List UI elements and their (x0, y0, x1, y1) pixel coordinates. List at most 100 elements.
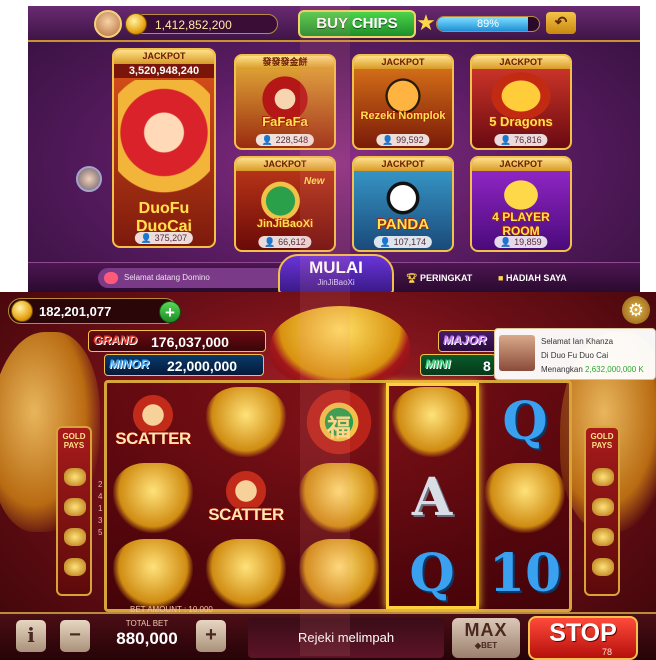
gold-ship-symbol (206, 387, 286, 457)
payline-number: 3 (98, 516, 103, 525)
gold-pay-symbol (592, 498, 614, 516)
scatter-symbol: SCATTER (113, 387, 193, 457)
tile-name: 5 Dragons (489, 114, 553, 129)
coin-icon (125, 13, 147, 35)
total-bet-label: TOTAL BET (125, 619, 169, 628)
add-coins-button[interactable]: + (159, 301, 181, 323)
player-avatar[interactable] (94, 10, 122, 38)
gold-ship-symbol (113, 463, 193, 533)
tile-name: FaFaFa (262, 114, 308, 129)
game-tile-jinjibaoxi[interactable]: JACKPOT New JinJiBaoXi 👤 66,612 (234, 156, 336, 252)
payline-number: 5 (98, 528, 103, 537)
tile-player-count: 👤 107,174 (373, 236, 433, 248)
scatter-symbol: SCATTER (206, 463, 286, 533)
game-tile-5-dragons[interactable]: JACKPOT 5 Dragons 👤 76,816 (470, 54, 572, 150)
gold-pay-symbol (64, 498, 86, 516)
max-bet-button[interactable]: MAX ◆BET (452, 618, 520, 658)
jackpot-minor-label: MINOR (109, 357, 149, 371)
stop-spin-button[interactable]: STOP 78 (528, 616, 638, 660)
hadiah-saya-tab[interactable]: ■ HADIAH SAYA (498, 269, 567, 287)
info-button[interactable]: i (16, 620, 46, 652)
reel-column: Q 10 (479, 383, 572, 609)
winner-avatar (499, 335, 535, 371)
reel-column: AQ (386, 383, 479, 609)
peringkat-tab[interactable]: 🏆︎ PERINGKAT (406, 269, 472, 287)
tile-jackpot-label: JACKPOT (354, 158, 452, 171)
max-bet-label: MAX (464, 620, 508, 640)
gear-icon[interactable]: ⚙ (622, 296, 650, 324)
jackpot-mini-value: 8 (483, 358, 491, 374)
coin-icon (11, 300, 33, 322)
mulai-game-name: JinJiBaoXi (317, 278, 355, 287)
card-symbol: 10 (488, 543, 562, 604)
total-bet-value: 880,000 (116, 629, 178, 648)
increase-bet-button[interactable]: + (196, 620, 226, 652)
gold-turtle-symbol (392, 387, 472, 457)
gold-turtle-symbol (206, 539, 286, 609)
gold-pay-symbol (64, 468, 86, 486)
level-star-icon: ★ (416, 10, 436, 35)
decrease-bet-button[interactable]: − (60, 620, 90, 652)
chat-bubble-icon (104, 272, 118, 284)
gold-pay-symbol (592, 468, 614, 486)
tile-header-label: 發發發金餅 (236, 56, 334, 69)
jackpot-mini-label: MINI (425, 357, 451, 371)
tile-name: PANDA (376, 216, 430, 233)
lobby-top-bar: 1,412,852,200 BUY CHIPS ★ 89% ↶ (28, 6, 640, 42)
slot-control-bar: i − TOTAL BET 880,000 + Rejeki melimpah … (0, 612, 656, 660)
gold-pays-right: GOLD PAYS (584, 426, 620, 596)
payline-number: 4 (98, 492, 103, 501)
reel-column: SCATTER (200, 383, 293, 609)
tile-player-count: 👤 76,816 (494, 134, 548, 146)
treasure-pot (270, 306, 410, 386)
jackpot-grand: GRAND 176,037,000 (88, 330, 266, 352)
max-bet-sublabel: ◆BET (474, 641, 498, 650)
chat-ticker[interactable]: Selamat datang Domino (98, 268, 288, 288)
tile-player-count: 👤 99,592 (376, 134, 430, 146)
gold-pay-symbol (592, 528, 614, 546)
mulai-play-button[interactable]: MULAI JinJiBaoXi (278, 254, 394, 292)
jackpot-grand-label: GRAND (93, 333, 137, 347)
peringkat-label: PERINGKAT (419, 273, 473, 283)
jackpot-minor-value: 22,000,000 (167, 358, 238, 374)
level-progress-text: 89% (476, 18, 500, 30)
reel-grid: SCATTER SCATTER 福 A Q Q 10 (104, 380, 572, 612)
game-tile-4-player-room[interactable]: JACKPOT 4 PLAYER ROOM 👤 19,859 (470, 156, 572, 252)
tile-art (358, 72, 448, 132)
slot-game-screen: 182,201,077 + ⚙ GRAND 176,037,000 MINOR … (0, 292, 656, 660)
friend-avatar[interactable] (76, 166, 102, 192)
jackpot-minor: MINOR 22,000,000 (104, 354, 264, 376)
tile-jackpot-label: JACKPOT (354, 56, 452, 69)
jackpot-major-label: MAJOR (443, 333, 487, 347)
reel-column: SCATTER (107, 383, 200, 609)
gold-turtle-symbol (485, 463, 565, 533)
game-tile-panda[interactable]: JACKPOT PANDA 👤 107,174 (352, 156, 454, 252)
win-notification: Selamat Ian Khanza Di Duo Fu Duo Cai Men… (494, 328, 656, 380)
game-tile-duofu-duocai[interactable]: JACKPOT 3,520,948,240 DuoFu DuoCai 👤 375… (112, 48, 216, 248)
tile-name: Rezeki Nomplok (360, 110, 446, 122)
new-badge: New (304, 176, 325, 187)
notification-line-1: Selamat Ian Khanza (541, 337, 614, 346)
payline-number: 2 (98, 480, 103, 489)
gold-ship-symbol (113, 539, 193, 609)
buy-chips-button[interactable]: BUY CHIPS (298, 10, 416, 38)
card-symbol: Q (502, 391, 548, 452)
notification-line-2: Di Duo Fu Duo Cai (541, 351, 609, 360)
tile-player-count: 👤 66,612 (258, 236, 312, 248)
back-arrow-icon[interactable]: ↶ (546, 12, 576, 34)
jackpot-grand-value: 176,037,000 (151, 334, 229, 350)
jackpot-mini: MINI 8 (420, 354, 496, 376)
game-tile-fafafa[interactable]: 發發發金餅 FaFaFa 👤 228,548 (234, 54, 336, 150)
tile-name: DuoFu DuoCai (136, 200, 192, 235)
tile-player-count: 👤 19,859 (494, 236, 548, 248)
gold-pay-symbol (592, 558, 614, 576)
payline-number: 1 (98, 504, 103, 513)
card-symbol: A (411, 467, 453, 528)
level-progress-bar: 89% (436, 16, 540, 32)
gold-pays-label: GOLD PAYS (62, 432, 86, 450)
game-tile-rezeki-nomplok[interactable]: JACKPOT Rezeki Nomplok 👤 99,592 (352, 54, 454, 150)
gold-ingot-symbol (299, 463, 379, 533)
coin-balance: 1,412,852,200 (125, 13, 278, 35)
trophy-icon: 🏆︎ (406, 273, 420, 283)
tile-jackpot-label: JACKPOT (472, 56, 570, 69)
